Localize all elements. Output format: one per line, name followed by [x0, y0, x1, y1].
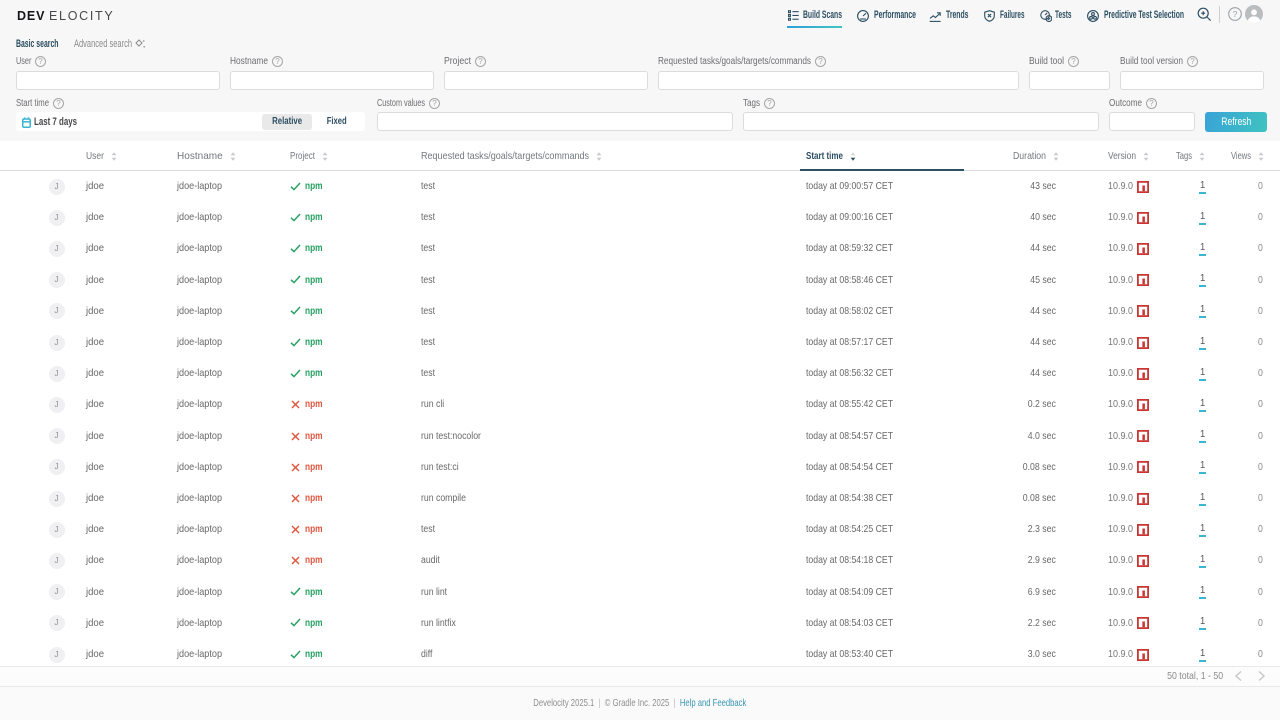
- svg-text:?: ?: [1233, 9, 1238, 19]
